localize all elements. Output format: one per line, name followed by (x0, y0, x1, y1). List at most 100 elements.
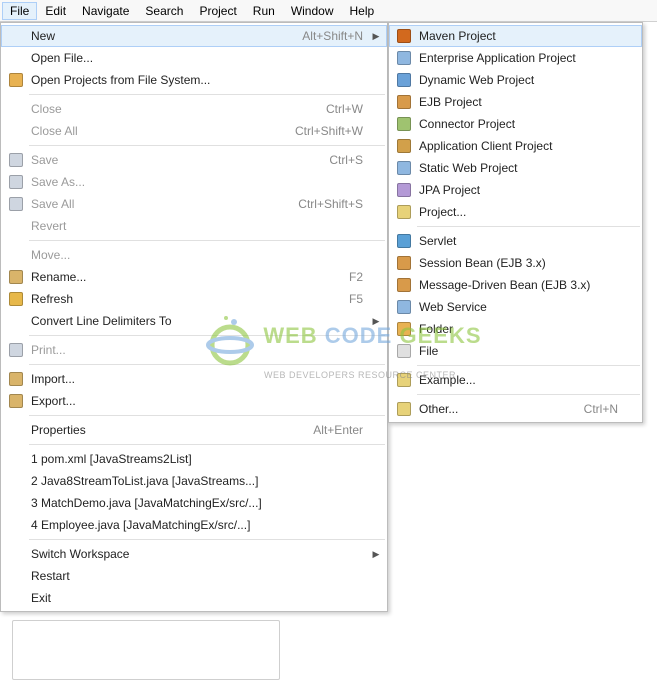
menu-recent-2-label: 2 Java8StreamToList.java [JavaStreams...… (27, 474, 371, 488)
menu-rename[interactable]: Rename...F2 (1, 266, 387, 288)
menu-separator (29, 364, 385, 365)
submenu-project[interactable]: Project... (389, 201, 642, 223)
bean-icon (397, 278, 411, 292)
blank-icon (9, 314, 23, 328)
menu-recent-3[interactable]: 3 MatchDemo.java [JavaMatchingEx/src/...… (1, 492, 387, 514)
menu-switch-workspace[interactable]: Switch Workspace▶ (1, 543, 387, 565)
menu-open-projects-fs[interactable]: Open Projects from File System... (1, 69, 387, 91)
menu-new[interactable]: NewAlt+Shift+N▶ (1, 25, 387, 47)
menu-close[interactable]: CloseCtrl+W (1, 98, 387, 120)
file-icon (397, 344, 411, 358)
submenu-folder-label: Folder (415, 322, 626, 336)
menu-save-as[interactable]: Save As... (1, 171, 387, 193)
submenu-maven-project-label: Maven Project (415, 29, 626, 43)
menu-revert[interactable]: Revert (1, 215, 387, 237)
menu-exit[interactable]: Exit (1, 587, 387, 609)
blank-icon (9, 518, 23, 532)
submenu-other[interactable]: Other...Ctrl+N (389, 398, 642, 420)
submenu-message-bean[interactable]: Message-Driven Bean (EJB 3.x) (389, 274, 642, 296)
submenu-static-web-project-label: Static Web Project (415, 161, 626, 175)
menu-recent-1[interactable]: 1 pom.xml [JavaStreams2List] (1, 448, 387, 470)
menu-separator (29, 94, 385, 95)
submenu-file-label: File (415, 344, 626, 358)
menubar-file[interactable]: File (2, 2, 37, 20)
menu-save[interactable]: SaveCtrl+S (1, 149, 387, 171)
disk-icon (9, 153, 23, 167)
submenu-ear-project-label: Enterprise Application Project (415, 51, 626, 65)
submenu-connector-project[interactable]: Connector Project (389, 113, 642, 135)
menu-import[interactable]: Import... (1, 368, 387, 390)
submenu-dynamic-web-project[interactable]: Dynamic Web Project (389, 69, 642, 91)
menu-export-label: Export... (27, 394, 371, 408)
menu-close-shortcut: Ctrl+W (326, 102, 371, 116)
submenu-app-client-project-label: Application Client Project (415, 139, 626, 153)
submenu-file[interactable]: File (389, 340, 642, 362)
blank-icon (9, 452, 23, 466)
menu-move-label: Move... (27, 248, 371, 262)
menu-properties[interactable]: PropertiesAlt+Enter (1, 419, 387, 441)
blank-icon (9, 248, 23, 262)
submenu-web-service-label: Web Service (415, 300, 626, 314)
menubar-project[interactable]: Project (191, 2, 244, 20)
menubar-edit[interactable]: Edit (37, 2, 74, 20)
submenu-app-client-project[interactable]: Application Client Project (389, 135, 642, 157)
submenu-ear-project[interactable]: Enterprise Application Project (389, 47, 642, 69)
menu-separator (29, 240, 385, 241)
menubar-search[interactable]: Search (137, 2, 191, 20)
menu-recent-4[interactable]: 4 Employee.java [JavaMatchingEx/src/...] (1, 514, 387, 536)
menubar-help[interactable]: Help (342, 2, 383, 20)
jpa-icon (397, 183, 411, 197)
appclient-icon (397, 139, 411, 153)
submenu-project-label: Project... (415, 205, 626, 219)
bean-icon (397, 256, 411, 270)
submenu-arrow-icon: ▶ (371, 549, 381, 560)
blank-icon (9, 51, 23, 65)
menu-import-label: Import... (27, 372, 371, 386)
submenu-jpa-project[interactable]: JPA Project (389, 179, 642, 201)
submenu-other-label: Other... (415, 402, 584, 416)
menu-close-all[interactable]: Close AllCtrl+Shift+W (1, 120, 387, 142)
staticweb-icon (397, 161, 411, 175)
servlet-icon (397, 234, 411, 248)
menu-recent-2[interactable]: 2 Java8StreamToList.java [JavaStreams...… (1, 470, 387, 492)
menubar-window[interactable]: Window (283, 2, 342, 20)
menu-recent-3-label: 3 MatchDemo.java [JavaMatchingEx/src/...… (27, 496, 371, 510)
menu-open-file[interactable]: Open File... (1, 47, 387, 69)
submenu-web-service[interactable]: Web Service (389, 296, 642, 318)
submenu-ejb-project[interactable]: EJB Project (389, 91, 642, 113)
export-icon (9, 394, 23, 408)
menu-refresh[interactable]: RefreshF5 (1, 288, 387, 310)
submenu-servlet[interactable]: Servlet (389, 230, 642, 252)
blank-icon (9, 124, 23, 138)
menu-separator (417, 394, 640, 395)
menu-refresh-label: Refresh (27, 292, 349, 306)
menu-export[interactable]: Export... (1, 390, 387, 412)
blank-icon (9, 102, 23, 116)
submenu-folder[interactable]: Folder (389, 318, 642, 340)
menu-restart[interactable]: Restart (1, 565, 387, 587)
blank-icon (9, 569, 23, 583)
blank-icon (9, 474, 23, 488)
folder-icon (397, 322, 411, 336)
menubar-run[interactable]: Run (245, 2, 283, 20)
menu-separator (29, 539, 385, 540)
menu-exit-label: Exit (27, 591, 371, 605)
submenu-servlet-label: Servlet (415, 234, 626, 248)
menu-save-all[interactable]: Save AllCtrl+Shift+S (1, 193, 387, 215)
submenu-session-bean[interactable]: Session Bean (EJB 3.x) (389, 252, 642, 274)
submenu-example[interactable]: Example... (389, 369, 642, 391)
menu-separator (29, 335, 385, 336)
menu-move[interactable]: Move... (1, 244, 387, 266)
menu-restart-label: Restart (27, 569, 371, 583)
menu-convert-delimiters[interactable]: Convert Line Delimiters To▶ (1, 310, 387, 332)
menubar-navigate[interactable]: Navigate (74, 2, 137, 20)
menu-recent-1-label: 1 pom.xml [JavaStreams2List] (27, 452, 371, 466)
submenu-maven-project[interactable]: Maven Project (389, 25, 642, 47)
example-icon (397, 373, 411, 387)
menu-close-label: Close (27, 102, 326, 116)
menu-print[interactable]: Print... (1, 339, 387, 361)
submenu-static-web-project[interactable]: Static Web Project (389, 157, 642, 179)
blank-icon (9, 423, 23, 437)
rename-icon (9, 270, 23, 284)
menu-separator (417, 365, 640, 366)
